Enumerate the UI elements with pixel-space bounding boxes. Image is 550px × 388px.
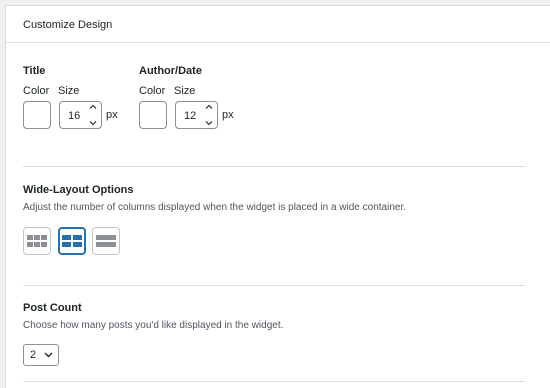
title-heading: Title — [23, 65, 46, 77]
post-count-settings: Post Count Choose how many posts you'd l… — [23, 302, 523, 368]
divider — [23, 285, 525, 286]
author-size-stepper[interactable] — [204, 104, 214, 126]
post-count-description: Choose how many posts you'd like display… — [23, 320, 284, 331]
chevron-up-icon[interactable] — [205, 104, 213, 109]
author-size-label: Size — [174, 85, 196, 97]
customize-design-panel: Customize Design Title Color Size 16 px … — [5, 5, 550, 388]
divider — [23, 166, 525, 167]
title-size-label: Size — [58, 85, 80, 97]
chevron-down-icon — [44, 352, 53, 358]
post-count-value: 2 — [30, 349, 37, 361]
author-date-heading: Author/Date — [139, 65, 202, 77]
layout-one-column-button[interactable] — [92, 227, 120, 255]
list-1-column-icon — [96, 235, 116, 247]
panel-title: Customize Design — [6, 6, 550, 43]
author-size-unit: px — [222, 109, 234, 121]
chevron-down-icon[interactable] — [89, 121, 97, 126]
title-size-unit: px — [106, 109, 118, 121]
wide-layout-description: Adjust the number of columns displayed w… — [23, 202, 407, 213]
divider — [23, 381, 525, 382]
title-color-picker[interactable] — [23, 101, 51, 129]
author-date-settings: Author/Date Color Size 12 px — [139, 65, 249, 135]
title-size-value: 16 — [68, 110, 81, 122]
title-size-stepper[interactable] — [88, 104, 98, 126]
chevron-up-icon[interactable] — [89, 104, 97, 109]
author-color-label: Color — [139, 85, 166, 97]
title-size-input[interactable]: 16 — [59, 101, 102, 129]
grid-3-columns-icon — [27, 235, 47, 247]
post-count-select[interactable]: 2 — [23, 344, 59, 366]
grid-2-columns-icon — [62, 235, 82, 247]
chevron-down-icon[interactable] — [205, 121, 213, 126]
wide-layout-heading: Wide-Layout Options — [23, 184, 134, 196]
post-count-heading: Post Count — [23, 302, 82, 314]
title-color-label: Color — [23, 85, 50, 97]
author-size-value: 12 — [184, 110, 197, 122]
wide-layout-options: Wide-Layout Options Adjust the number of… — [23, 184, 523, 264]
author-size-input[interactable]: 12 — [175, 101, 218, 129]
layout-two-columns-button[interactable] — [58, 227, 86, 255]
author-color-picker[interactable] — [139, 101, 167, 129]
title-settings: Title Color Size 16 px — [23, 65, 133, 135]
layout-three-columns-button[interactable] — [23, 227, 51, 255]
